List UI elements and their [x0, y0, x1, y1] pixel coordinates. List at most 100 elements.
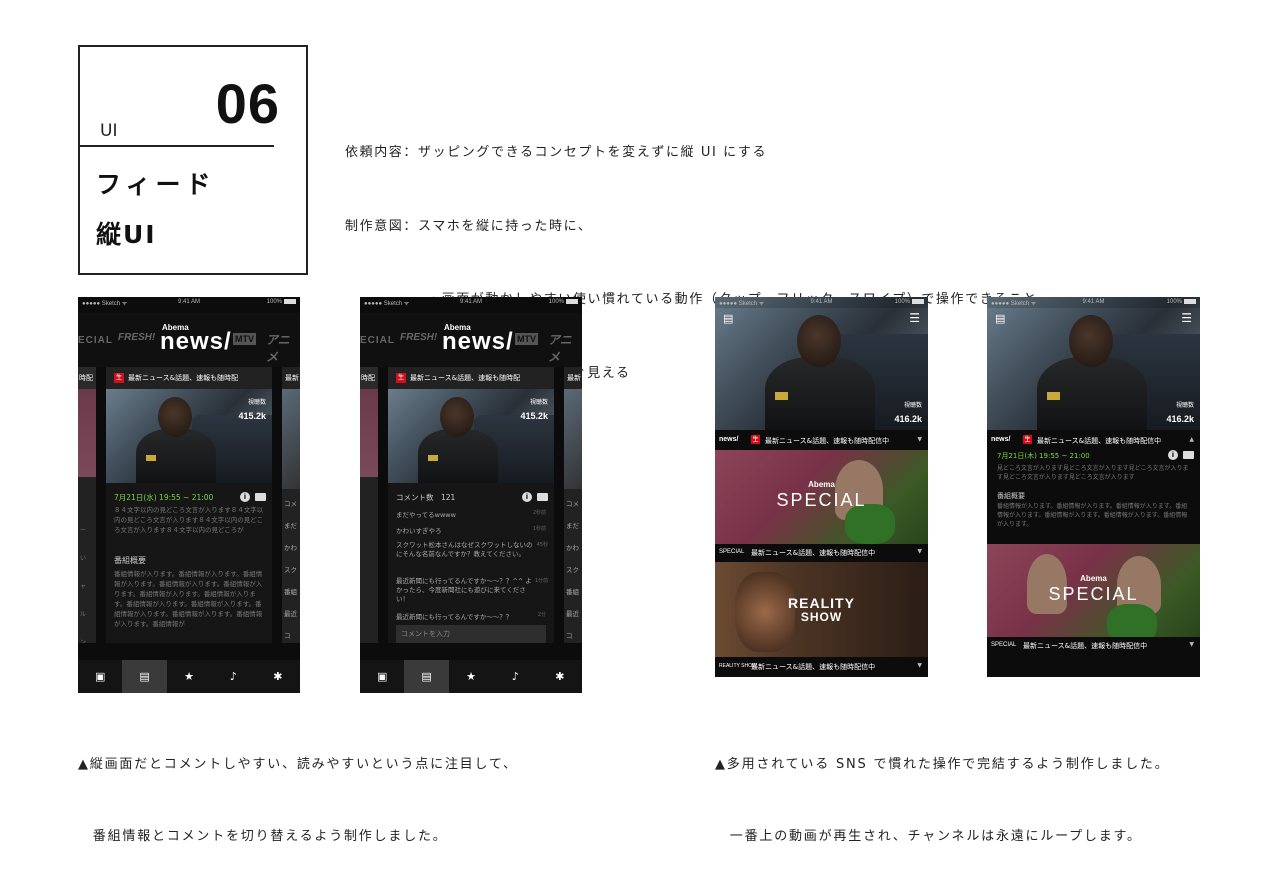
battery-indicator: 100% [1167, 299, 1196, 305]
channel-bar[interactable]: ECIAL FRESH! Abema news/ MTV アニメ [78, 313, 300, 367]
tab-schedule[interactable]: ▤ [122, 660, 167, 693]
video-player[interactable]: 視聴数 416.2k [987, 297, 1200, 430]
phone-info-screen: ●●●●● Sketch ᯤ 9:41 AM 100% ECIAL FRESH!… [78, 297, 300, 693]
desc-line-1: 依頼内容：ザッピングできるコンセプトを変えずに縦 UI にする [345, 145, 768, 160]
row-title: 最新ニュース&話題、速報も随時配信中 [765, 437, 890, 445]
chevron-down-icon[interactable]: ▼ [917, 548, 922, 555]
tab-schedule[interactable]: ▤ [404, 660, 449, 693]
tab-bar: ▣ ▤ ★ ♪ ✱ [360, 660, 582, 693]
category-label: UI [100, 121, 118, 141]
next-channel-card[interactable]: 最新 コメ まだ かわ スク 番組 最近コ [564, 367, 582, 643]
highlight-text: ８４文字以内の見どころ文言が入ります８４文字以内の見どころ文言が入ります８４文字… [114, 506, 264, 534]
card-header: 生 最新ニュース&話題、速報も随時配 [388, 367, 554, 389]
tab-tv[interactable]: ▣ [360, 660, 404, 693]
channel-card[interactable]: 生 最新ニュース&話題、速報も随時配 視聴数 415.2k 7月21日(水) 1… [106, 367, 272, 643]
tv-icon: ▣ [377, 670, 388, 683]
prev-channel-card[interactable]: 時配 ーいャルン [78, 367, 96, 643]
highlight-text: 見どころ文言が入ります見どころ文言が入ります見どころ文言が入ります見どころ文言が… [997, 465, 1189, 481]
calendar-icon[interactable]: ▤ [723, 312, 733, 325]
info-icon[interactable]: i [522, 492, 532, 502]
comment-count: コメント数 121 [396, 493, 456, 502]
channel-logo-anime[interactable]: アニメ [266, 331, 300, 365]
comment-icon[interactable] [1183, 451, 1194, 459]
channel-card[interactable]: 生 最新ニュース&話題、速報も随時配 視聴数 415.2k コメント数 121 … [388, 367, 554, 643]
channel-logo-news[interactable]: Abema news/ [160, 323, 232, 354]
video-player[interactable]: 視聴数 416.2k [715, 297, 928, 430]
live-badge: 生 [114, 373, 124, 383]
section-text: 番組情報が入ります。番組情報が入ります。番組情報が入ります。番組情報が入ります。… [997, 503, 1188, 528]
feed-row-special[interactable]: SPECIAL 最新ニュース&話題、速報も随時配信中 ▼ [987, 637, 1200, 653]
chevron-down-icon[interactable]: ▼ [1189, 641, 1194, 648]
info-icon[interactable]: i [1168, 450, 1178, 460]
tab-settings[interactable]: ✱ [256, 660, 300, 693]
phone-comment-screen: ●●●●● Sketch ᯤ 9:41 AM 100% ECIAL FRESH!… [360, 297, 582, 693]
comment-icon[interactable] [255, 493, 266, 501]
tab-bar: ▣ ▤ ★ ♪ ✱ [78, 660, 300, 693]
star-icon: ★ [466, 670, 476, 683]
feed-row-special[interactable]: SPECIAL 最新ニュース&話題、速報も随時配信中 ▼ [715, 544, 928, 560]
channel-logo-mtv[interactable]: MTV [233, 333, 256, 345]
phone-feed-screen: 視聴数 416.2k ●●●●● Sketch ᯤ 9:41 AM 100% ▤… [715, 297, 928, 677]
chevron-down-icon[interactable]: ▼ [917, 662, 922, 669]
viewer-count: 視聴数 416.2k [1166, 403, 1194, 424]
video-thumbnail[interactable]: 視聴数 415.2k [388, 389, 554, 483]
channel-logo-fresh[interactable]: FRESH! [400, 332, 437, 343]
info-icon[interactable]: i [240, 492, 250, 502]
status-bar: ●●●●● Sketch ᯤ 9:41 AM 100% [715, 297, 928, 308]
row-title: 最新ニュース&話題、速報も随時配信中 [1023, 642, 1148, 650]
feed-row-news[interactable]: news/ 生 最新ニュース&話題、速報も随時配信中 ▼ [715, 432, 928, 448]
comment-icon[interactable] [537, 493, 548, 501]
special-thumbnail[interactable]: Abema SPECIAL [715, 450, 928, 544]
calendar-icon: ▤ [139, 670, 150, 683]
chevron-up-icon[interactable]: ▲ [1189, 436, 1194, 443]
calendar-icon[interactable]: ▤ [995, 312, 1005, 325]
channel-logo-fresh[interactable]: FRESH! [118, 332, 155, 343]
tab-favorite[interactable]: ★ [449, 660, 493, 693]
tab-notification[interactable]: ♪ [493, 660, 537, 693]
gear-icon: ✱ [273, 670, 283, 683]
channel-logo-news[interactable]: Abema news/ [442, 323, 514, 354]
section-title: 番組概要 [114, 556, 146, 565]
status-bar: ●●●●● Sketch ᯤ 9:41 AM 100% [360, 297, 582, 308]
special-thumbnail[interactable]: Abema SPECIAL [987, 544, 1200, 639]
section-text: 番組情報が入ります。番組情報が入ります。番組情報が入ります。番組情報が入ります。… [114, 570, 263, 628]
tab-settings[interactable]: ✱ [538, 660, 582, 693]
comment-input[interactable]: コメントを入力 [396, 625, 546, 643]
row-title: 最新ニュース&話題、速報も随時配信中 [1037, 437, 1162, 445]
section-title: 番組概要 [997, 492, 1025, 500]
tab-notification[interactable]: ♪ [211, 660, 255, 693]
battery-indicator: 100% [549, 299, 578, 305]
row-title: 最新ニュース&話題、速報も随時配信中 [751, 549, 876, 557]
caption-left-line-2: 番組情報とコメントを切り替えるよう制作しました。 [78, 829, 448, 844]
live-badge: 生 [751, 435, 760, 444]
video-thumbnail[interactable]: 視聴数 415.2k [106, 389, 272, 483]
card-title: 最新ニュース&話題、速報も随時配 [410, 374, 521, 382]
prev-channel-card[interactable]: 時配 [360, 367, 378, 643]
reality-thumbnail[interactable]: REALITY SHOW [715, 562, 928, 657]
viewer-count: 視聴数 415.2k [520, 400, 548, 421]
menu-icon[interactable]: ☰ [1181, 311, 1192, 325]
tab-favorite[interactable]: ★ [167, 660, 211, 693]
caption-left: ▲縦画面だとコメントしやすい、読みやすいという点に注目して、 番組情報とコメント… [78, 705, 518, 873]
program-info-panel: 7月21日(木) 19:55 ~ 21:00 i 見どころ文言が入ります見どころ… [987, 448, 1200, 544]
feed-row-reality[interactable]: REALITY SHOW 最新ニュース&話題、速報も随時配信中 ▼ [715, 658, 928, 674]
live-badge: 生 [1023, 435, 1032, 444]
battery-icon [912, 299, 924, 304]
menu-icon[interactable]: ☰ [909, 311, 920, 325]
card-title: 最新ニュース&話題、速報も随時配 [128, 374, 239, 382]
channel-logo-special[interactable]: ECIAL [360, 335, 395, 346]
channel-logo-special[interactable]: ECIAL [78, 335, 113, 346]
phone-feed-expanded-screen: 視聴数 416.2k ●●●●● Sketch ᯤ 9:41 AM 100% ▤… [987, 297, 1200, 677]
channel-bar[interactable]: ECIAL FRESH! Abema news/ MTV アニメ [360, 313, 582, 367]
battery-icon [284, 299, 296, 304]
feed-row-news[interactable]: news/ 生 最新ニュース&話題、速報も随時配信中 ▲ [987, 432, 1200, 448]
comment-item: 最近新聞にも行ってるんですか〜〜？？^^ よかったら、今度新聞社にも遊びに来てく… [396, 577, 548, 603]
gear-icon: ✱ [555, 670, 565, 683]
channel-logo-mtv[interactable]: MTV [515, 333, 538, 345]
bell-icon: ♪ [229, 670, 237, 683]
tab-tv[interactable]: ▣ [78, 660, 122, 693]
chevron-down-icon[interactable]: ▼ [917, 436, 922, 443]
channel-logo-anime[interactable]: アニメ [548, 331, 582, 365]
status-bar: ●●●●● Sketch ᯤ 9:41 AM 100% [987, 297, 1200, 308]
next-channel-card[interactable]: 最新 コメ まだ かわ スク 番組 最近コ [282, 367, 300, 643]
